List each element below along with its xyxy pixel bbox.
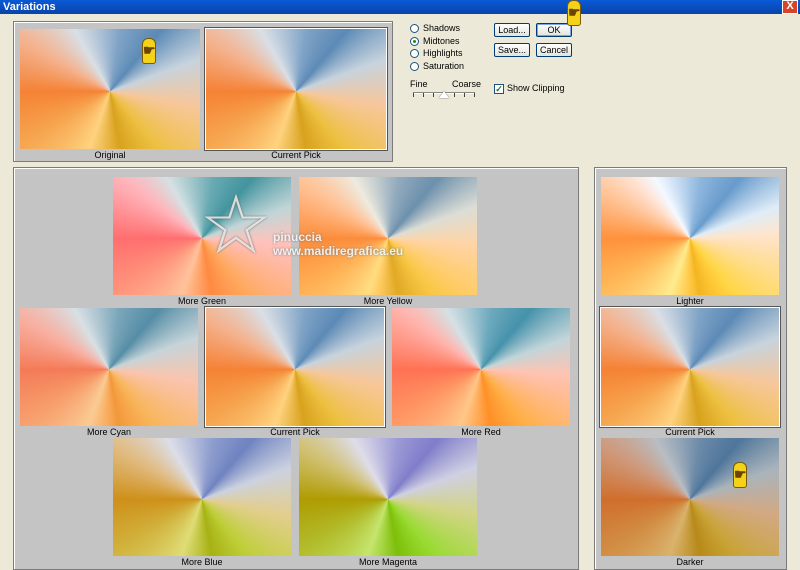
slider-tick — [454, 93, 455, 97]
radio-circle[interactable] — [410, 24, 419, 34]
watermark: pinuccia www.maidiregrafica.eu — [195, 188, 403, 258]
radio-circle[interactable] — [410, 62, 419, 72]
radio-highlights[interactable]: Highlights — [410, 48, 463, 60]
ok-button[interactable]: OK — [536, 23, 572, 37]
fine-label: Fine — [410, 79, 428, 89]
slider-tick — [474, 93, 475, 97]
radio-circle[interactable] — [410, 37, 419, 47]
slider-tick — [464, 93, 465, 97]
radio-shadows[interactable]: Shadows — [410, 23, 460, 35]
more-cyan-label: More Cyan — [86, 427, 131, 437]
close-button[interactable]: X — [782, 0, 798, 14]
title-bar: Variations X — [0, 0, 800, 14]
color-current-pick-thumbnail[interactable] — [205, 307, 385, 427]
slider-tick — [413, 93, 414, 97]
darker-thumbnail[interactable] — [601, 438, 779, 556]
radio-circle[interactable] — [410, 49, 419, 59]
pointing-hand-icon: ☛ — [733, 462, 747, 488]
lighter-thumbnail[interactable] — [601, 177, 779, 295]
more-blue-label: More Blue — [181, 557, 223, 567]
color-current-pick-label: Current Pick — [270, 427, 320, 437]
window-title: Variations — [3, 1, 56, 13]
current-pick-thumbnail — [205, 28, 387, 150]
original-thumbnail — [20, 29, 200, 149]
current-pick-label: Current Pick — [271, 150, 321, 160]
more-red-label: More Red — [461, 427, 501, 437]
more-red-thumbnail[interactable] — [392, 308, 570, 426]
more-blue-thumbnail[interactable] — [113, 438, 291, 556]
coarse-label: Coarse — [452, 79, 482, 89]
more-green-label: More Green — [177, 296, 227, 306]
more-magenta-thumbnail[interactable] — [299, 438, 477, 556]
close-icon: X — [786, 0, 794, 12]
show-clipping-checkbox[interactable]: ✓ Show Clipping — [494, 83, 565, 94]
slider-thumb[interactable] — [439, 91, 449, 98]
radio-midtones[interactable]: Midtones — [410, 36, 460, 48]
radio-saturation[interactable]: Saturation — [410, 61, 464, 73]
checkbox-box[interactable]: ✓ — [494, 83, 504, 94]
brightness-current-pick-label: Current Pick — [665, 427, 715, 437]
pointing-hand-icon: ☛ — [567, 0, 581, 26]
lighter-label: Lighter — [676, 296, 704, 306]
brightness-current-pick-thumbnail[interactable] — [600, 307, 780, 427]
load-button[interactable]: Load... — [494, 23, 530, 37]
original-label: Original — [94, 150, 126, 160]
show-clipping-label: Show Clipping — [507, 83, 565, 93]
watermark-line1: pinuccia — [273, 230, 322, 244]
pointing-hand-icon: ☛ — [142, 38, 156, 64]
slider-tick — [433, 93, 434, 97]
watermark-line2: www.maidiregrafica.eu — [273, 244, 404, 258]
more-cyan-thumbnail[interactable] — [20, 308, 198, 426]
darker-label: Darker — [676, 557, 704, 567]
cancel-button[interactable]: Cancel — [536, 43, 572, 57]
save-button[interactable]: Save... — [494, 43, 530, 57]
slider-tick — [423, 93, 424, 97]
more-yellow-label: More Yellow — [363, 296, 413, 306]
more-magenta-label: More Magenta — [358, 557, 418, 567]
